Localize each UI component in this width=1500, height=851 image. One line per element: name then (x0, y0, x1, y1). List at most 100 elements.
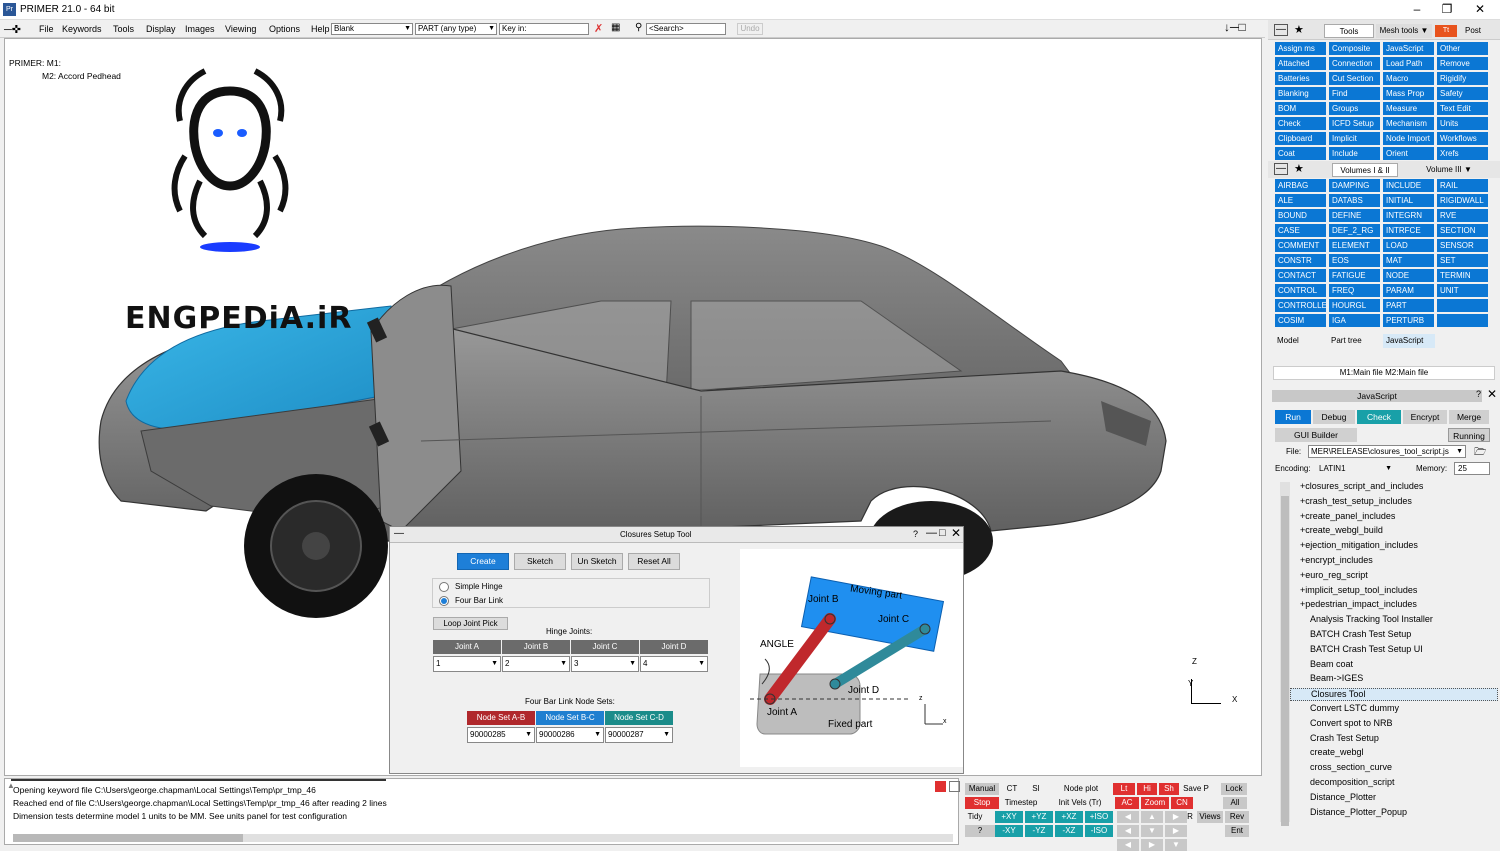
control-timestep[interactable]: Timestep (1001, 797, 1041, 809)
undo-button[interactable]: Undo (737, 23, 763, 35)
tool-button-attached[interactable]: Attached (1275, 57, 1326, 70)
tree-folder[interactable]: +euro_reg_script (1300, 570, 1368, 580)
tree-item[interactable]: Crash Test Setup (1290, 733, 1498, 746)
keyword-button-define[interactable]: DEFINE (1329, 209, 1380, 222)
keyword-button-rve[interactable]: RVE (1437, 209, 1488, 222)
control--xy[interactable]: -XY (995, 825, 1023, 837)
control-views[interactable]: Views (1197, 811, 1223, 823)
js-close-icon[interactable]: ✕ (1487, 387, 1497, 401)
menu-images[interactable]: Images (185, 24, 215, 34)
pan-arrow-icon[interactable]: ▼ (1141, 825, 1163, 837)
dialog-minimize-icon[interactable]: — (394, 528, 404, 539)
joint-d-select[interactable]: 4 ▼ (640, 656, 708, 672)
control-zoom[interactable]: Zoom (1141, 797, 1169, 809)
tree-folder[interactable]: +ejection_mitigation_includes (1300, 540, 1418, 550)
tool-button-javascript[interactable]: JavaScript (1383, 42, 1434, 55)
four-bar-link-radio[interactable] (439, 596, 449, 606)
tree-item[interactable]: Distance_Plotter_Popup (1290, 807, 1498, 820)
joint-b-select[interactable]: 2 ▼ (502, 656, 570, 672)
js-help-icon[interactable]: ? (1476, 389, 1481, 399)
control-rev[interactable]: Rev (1225, 811, 1249, 823)
check-button[interactable]: Check (1357, 410, 1401, 424)
menu-display[interactable]: Display (146, 24, 176, 34)
console-max-icon[interactable] (949, 781, 960, 792)
tree-item[interactable]: cross_section_curve (1290, 762, 1498, 775)
tree-item[interactable]: decomposition_script (1290, 777, 1498, 790)
node-set-ab-select[interactable]: 90000285 ▼ (467, 727, 535, 743)
keyword-button-unit[interactable]: UNIT (1437, 284, 1488, 297)
keyword-button-part[interactable]: PART (1383, 299, 1434, 312)
tool-button-macro[interactable]: Macro (1383, 72, 1434, 85)
gui-builder-button[interactable]: GUI Builder (1275, 428, 1357, 442)
tab-tools[interactable]: Tools (1324, 24, 1374, 38)
tab-volume-3[interactable]: Volume III ▼ (1414, 163, 1484, 177)
tool-button-units[interactable]: Units (1437, 117, 1488, 130)
console-scroll-icon[interactable]: ▲ (7, 781, 15, 790)
dialog-close-icon[interactable]: ✕ (951, 526, 961, 540)
keyword-button-constr[interactable]: CONSTR (1275, 254, 1326, 267)
node-set-cd-select[interactable]: 90000287 ▼ (605, 727, 673, 743)
tool-button-check[interactable]: Check (1275, 117, 1326, 130)
keyword-button-iga[interactable]: IGA (1329, 314, 1380, 327)
tree-item[interactable]: Convert spot to NRB (1290, 718, 1498, 731)
pan-arrow-icon[interactable]: ▶ (1141, 839, 1163, 851)
loop-joint-pick-button[interactable]: Loop Joint Pick (433, 617, 508, 630)
run-button[interactable]: Run (1275, 410, 1311, 424)
keyword-button-sensor[interactable]: SENSOR (1437, 239, 1488, 252)
keyword-button-control[interactable]: CONTROL (1275, 284, 1326, 297)
keyword-button-mat[interactable]: MAT (1383, 254, 1434, 267)
search-input[interactable]: <Search> (646, 23, 726, 35)
control--xz[interactable]: -XZ (1055, 825, 1083, 837)
encrypt-button[interactable]: Encrypt (1403, 410, 1447, 424)
keyword-button-integrn[interactable]: INTEGRN (1383, 209, 1434, 222)
keyword-button-controlle[interactable]: CONTROLLE (1275, 299, 1326, 312)
keyword-button-node[interactable]: NODE (1383, 269, 1434, 282)
tree-item[interactable]: Distance_Plotter (1290, 792, 1498, 805)
tool-button-mechanism[interactable]: Mechanism (1383, 117, 1434, 130)
control-stop[interactable]: Stop (965, 797, 999, 809)
tab-volumes-1-2[interactable]: Volumes I & II (1332, 163, 1398, 177)
menu-viewing[interactable]: Viewing (225, 24, 256, 34)
node-set-bc-select[interactable]: 90000286 ▼ (536, 727, 604, 743)
control-init-vels-tr-[interactable]: Init Vels (Tr) (1049, 797, 1111, 809)
favorites-icon[interactable]: ★ (1294, 23, 1304, 36)
tool-button-batteries[interactable]: Batteries (1275, 72, 1326, 85)
keyword-button-load[interactable]: LOAD (1383, 239, 1434, 252)
menu-file[interactable]: File (39, 24, 54, 34)
tree-item[interactable]: Closures Tool (1290, 688, 1498, 702)
keyword-button-databs[interactable]: DATABS (1329, 194, 1380, 207)
tool-button-composite[interactable]: Composite (1329, 42, 1380, 55)
control-manual[interactable]: Manual (965, 783, 999, 795)
dialog-min-icon[interactable]: — (926, 527, 937, 539)
tree-item[interactable]: Beam coat (1290, 659, 1498, 672)
control-all[interactable]: All (1223, 797, 1247, 809)
keyword-button-damping[interactable]: DAMPING (1329, 179, 1380, 192)
menu-options[interactable]: Options (269, 24, 300, 34)
tab-mesh-tools[interactable]: Mesh tools ▼ (1376, 24, 1432, 38)
tool-button-text-edit[interactable]: Text Edit (1437, 102, 1488, 115)
tab-post[interactable]: Post (1458, 24, 1488, 38)
file-input[interactable]: MER\RELEASE\closures_tool_script.js ▼ (1308, 445, 1466, 458)
tool-button-clipboard[interactable]: Clipboard (1275, 132, 1326, 145)
favorites-icon[interactable]: ★ (1294, 162, 1304, 175)
menu-help[interactable]: Help (311, 24, 330, 34)
key-in-field[interactable]: Key in: (499, 23, 589, 35)
tree-item[interactable]: Convert LSTC dummy (1290, 703, 1498, 716)
tab-model[interactable]: Model (1273, 334, 1323, 348)
pan-arrow-icon[interactable]: ◀ (1117, 825, 1139, 837)
restore-icon[interactable]: ❐ (1432, 0, 1462, 20)
control-lock[interactable]: Lock (1221, 783, 1247, 795)
clear-icon[interactable]: ✗ (594, 22, 603, 35)
control-save-p[interactable]: Save P (1181, 783, 1211, 795)
tool-button-mass-prop[interactable]: Mass Prop (1383, 87, 1434, 100)
control--iso[interactable]: -ISO (1085, 825, 1113, 837)
keyword-button-termin[interactable]: TERMIN (1437, 269, 1488, 282)
post-icon[interactable]: Tt (1435, 25, 1457, 37)
debug-button[interactable]: Debug (1313, 410, 1355, 424)
pan-arrow-icon[interactable]: ▼ (1165, 839, 1187, 851)
control-si[interactable]: SI (1025, 783, 1047, 795)
control-ac[interactable]: AC (1115, 797, 1139, 809)
tool-button-groups[interactable]: Groups (1329, 102, 1380, 115)
tool-button-assign-ms[interactable]: Assign ms (1275, 42, 1326, 55)
tool-button-bom[interactable]: BOM (1275, 102, 1326, 115)
